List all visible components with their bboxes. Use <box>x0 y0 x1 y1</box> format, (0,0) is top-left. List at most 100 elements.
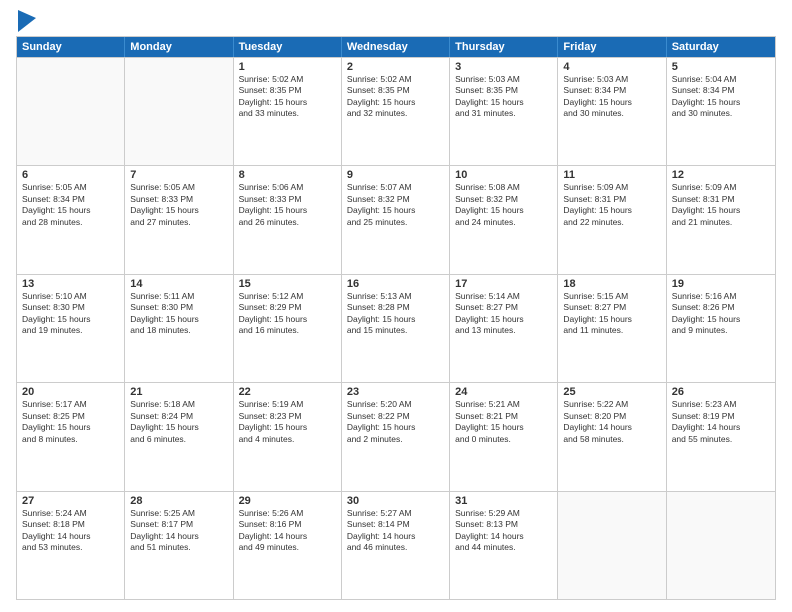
cell-info: Sunrise: 5:02 AM Sunset: 8:35 PM Dayligh… <box>347 74 444 120</box>
cal-cell-empty-0-0 <box>17 58 125 165</box>
cell-info: Sunrise: 5:20 AM Sunset: 8:22 PM Dayligh… <box>347 399 444 445</box>
day-number: 31 <box>455 495 552 507</box>
cell-info: Sunrise: 5:06 AM Sunset: 8:33 PM Dayligh… <box>239 182 336 228</box>
day-number: 8 <box>239 169 336 181</box>
cal-cell-24: 24Sunrise: 5:21 AM Sunset: 8:21 PM Dayli… <box>450 383 558 490</box>
cal-cell-7: 7Sunrise: 5:05 AM Sunset: 8:33 PM Daylig… <box>125 166 233 273</box>
day-number: 9 <box>347 169 444 181</box>
cell-info: Sunrise: 5:27 AM Sunset: 8:14 PM Dayligh… <box>347 508 444 554</box>
cell-info: Sunrise: 5:08 AM Sunset: 8:32 PM Dayligh… <box>455 182 552 228</box>
day-number: 27 <box>22 495 119 507</box>
day-number: 24 <box>455 386 552 398</box>
cell-info: Sunrise: 5:04 AM Sunset: 8:34 PM Dayligh… <box>672 74 770 120</box>
day-number: 3 <box>455 61 552 73</box>
cal-cell-27: 27Sunrise: 5:24 AM Sunset: 8:18 PM Dayli… <box>17 492 125 599</box>
cell-info: Sunrise: 5:13 AM Sunset: 8:28 PM Dayligh… <box>347 291 444 337</box>
day-number: 28 <box>130 495 227 507</box>
cell-info: Sunrise: 5:26 AM Sunset: 8:16 PM Dayligh… <box>239 508 336 554</box>
cell-info: Sunrise: 5:05 AM Sunset: 8:33 PM Dayligh… <box>130 182 227 228</box>
day-number: 29 <box>239 495 336 507</box>
day-number: 30 <box>347 495 444 507</box>
calendar-header: SundayMondayTuesdayWednesdayThursdayFrid… <box>17 37 775 57</box>
day-number: 1 <box>239 61 336 73</box>
day-number: 6 <box>22 169 119 181</box>
day-number: 2 <box>347 61 444 73</box>
cal-cell-17: 17Sunrise: 5:14 AM Sunset: 8:27 PM Dayli… <box>450 275 558 382</box>
calendar-row-4: 20Sunrise: 5:17 AM Sunset: 8:25 PM Dayli… <box>17 382 775 490</box>
cal-cell-26: 26Sunrise: 5:23 AM Sunset: 8:19 PM Dayli… <box>667 383 775 490</box>
day-number: 23 <box>347 386 444 398</box>
header-cell-wednesday: Wednesday <box>342 37 450 57</box>
cal-cell-20: 20Sunrise: 5:17 AM Sunset: 8:25 PM Dayli… <box>17 383 125 490</box>
cal-cell-3: 3Sunrise: 5:03 AM Sunset: 8:35 PM Daylig… <box>450 58 558 165</box>
day-number: 18 <box>563 278 660 290</box>
cell-info: Sunrise: 5:11 AM Sunset: 8:30 PM Dayligh… <box>130 291 227 337</box>
cell-info: Sunrise: 5:16 AM Sunset: 8:26 PM Dayligh… <box>672 291 770 337</box>
calendar-row-2: 6Sunrise: 5:05 AM Sunset: 8:34 PM Daylig… <box>17 165 775 273</box>
day-number: 25 <box>563 386 660 398</box>
cal-cell-empty-0-1 <box>125 58 233 165</box>
cal-cell-15: 15Sunrise: 5:12 AM Sunset: 8:29 PM Dayli… <box>234 275 342 382</box>
cell-info: Sunrise: 5:03 AM Sunset: 8:35 PM Dayligh… <box>455 74 552 120</box>
cal-cell-21: 21Sunrise: 5:18 AM Sunset: 8:24 PM Dayli… <box>125 383 233 490</box>
cell-info: Sunrise: 5:25 AM Sunset: 8:17 PM Dayligh… <box>130 508 227 554</box>
cal-cell-16: 16Sunrise: 5:13 AM Sunset: 8:28 PM Dayli… <box>342 275 450 382</box>
cell-info: Sunrise: 5:17 AM Sunset: 8:25 PM Dayligh… <box>22 399 119 445</box>
day-number: 17 <box>455 278 552 290</box>
cell-info: Sunrise: 5:12 AM Sunset: 8:29 PM Dayligh… <box>239 291 336 337</box>
day-number: 15 <box>239 278 336 290</box>
calendar: SundayMondayTuesdayWednesdayThursdayFrid… <box>16 36 776 600</box>
cal-cell-empty-4-6 <box>667 492 775 599</box>
logo <box>16 12 36 32</box>
day-number: 12 <box>672 169 770 181</box>
cell-info: Sunrise: 5:29 AM Sunset: 8:13 PM Dayligh… <box>455 508 552 554</box>
cal-cell-6: 6Sunrise: 5:05 AM Sunset: 8:34 PM Daylig… <box>17 166 125 273</box>
cell-info: Sunrise: 5:02 AM Sunset: 8:35 PM Dayligh… <box>239 74 336 120</box>
cell-info: Sunrise: 5:14 AM Sunset: 8:27 PM Dayligh… <box>455 291 552 337</box>
cell-info: Sunrise: 5:09 AM Sunset: 8:31 PM Dayligh… <box>563 182 660 228</box>
day-number: 10 <box>455 169 552 181</box>
cal-cell-8: 8Sunrise: 5:06 AM Sunset: 8:33 PM Daylig… <box>234 166 342 273</box>
day-number: 21 <box>130 386 227 398</box>
calendar-row-3: 13Sunrise: 5:10 AM Sunset: 8:30 PM Dayli… <box>17 274 775 382</box>
logo-icon <box>18 10 36 32</box>
cell-info: Sunrise: 5:15 AM Sunset: 8:27 PM Dayligh… <box>563 291 660 337</box>
cal-cell-29: 29Sunrise: 5:26 AM Sunset: 8:16 PM Dayli… <box>234 492 342 599</box>
cell-info: Sunrise: 5:09 AM Sunset: 8:31 PM Dayligh… <box>672 182 770 228</box>
cal-cell-19: 19Sunrise: 5:16 AM Sunset: 8:26 PM Dayli… <box>667 275 775 382</box>
cal-cell-1: 1Sunrise: 5:02 AM Sunset: 8:35 PM Daylig… <box>234 58 342 165</box>
cal-cell-9: 9Sunrise: 5:07 AM Sunset: 8:32 PM Daylig… <box>342 166 450 273</box>
cal-cell-30: 30Sunrise: 5:27 AM Sunset: 8:14 PM Dayli… <box>342 492 450 599</box>
cell-info: Sunrise: 5:03 AM Sunset: 8:34 PM Dayligh… <box>563 74 660 120</box>
cal-cell-4: 4Sunrise: 5:03 AM Sunset: 8:34 PM Daylig… <box>558 58 666 165</box>
cell-info: Sunrise: 5:18 AM Sunset: 8:24 PM Dayligh… <box>130 399 227 445</box>
day-number: 22 <box>239 386 336 398</box>
cal-cell-11: 11Sunrise: 5:09 AM Sunset: 8:31 PM Dayli… <box>558 166 666 273</box>
calendar-body: 1Sunrise: 5:02 AM Sunset: 8:35 PM Daylig… <box>17 57 775 599</box>
calendar-row-5: 27Sunrise: 5:24 AM Sunset: 8:18 PM Dayli… <box>17 491 775 599</box>
cal-cell-2: 2Sunrise: 5:02 AM Sunset: 8:35 PM Daylig… <box>342 58 450 165</box>
day-number: 5 <box>672 61 770 73</box>
cell-info: Sunrise: 5:05 AM Sunset: 8:34 PM Dayligh… <box>22 182 119 228</box>
cal-cell-22: 22Sunrise: 5:19 AM Sunset: 8:23 PM Dayli… <box>234 383 342 490</box>
day-number: 7 <box>130 169 227 181</box>
day-number: 13 <box>22 278 119 290</box>
cell-info: Sunrise: 5:07 AM Sunset: 8:32 PM Dayligh… <box>347 182 444 228</box>
cal-cell-31: 31Sunrise: 5:29 AM Sunset: 8:13 PM Dayli… <box>450 492 558 599</box>
cell-info: Sunrise: 5:19 AM Sunset: 8:23 PM Dayligh… <box>239 399 336 445</box>
cal-cell-18: 18Sunrise: 5:15 AM Sunset: 8:27 PM Dayli… <box>558 275 666 382</box>
cal-cell-12: 12Sunrise: 5:09 AM Sunset: 8:31 PM Dayli… <box>667 166 775 273</box>
cal-cell-empty-4-5 <box>558 492 666 599</box>
cell-info: Sunrise: 5:24 AM Sunset: 8:18 PM Dayligh… <box>22 508 119 554</box>
cal-cell-14: 14Sunrise: 5:11 AM Sunset: 8:30 PM Dayli… <box>125 275 233 382</box>
header-cell-sunday: Sunday <box>17 37 125 57</box>
header-cell-saturday: Saturday <box>667 37 775 57</box>
cell-info: Sunrise: 5:10 AM Sunset: 8:30 PM Dayligh… <box>22 291 119 337</box>
header-cell-tuesday: Tuesday <box>234 37 342 57</box>
header-cell-monday: Monday <box>125 37 233 57</box>
header-cell-thursday: Thursday <box>450 37 558 57</box>
cal-cell-28: 28Sunrise: 5:25 AM Sunset: 8:17 PM Dayli… <box>125 492 233 599</box>
calendar-row-1: 1Sunrise: 5:02 AM Sunset: 8:35 PM Daylig… <box>17 57 775 165</box>
day-number: 16 <box>347 278 444 290</box>
page: SundayMondayTuesdayWednesdayThursdayFrid… <box>0 0 792 612</box>
